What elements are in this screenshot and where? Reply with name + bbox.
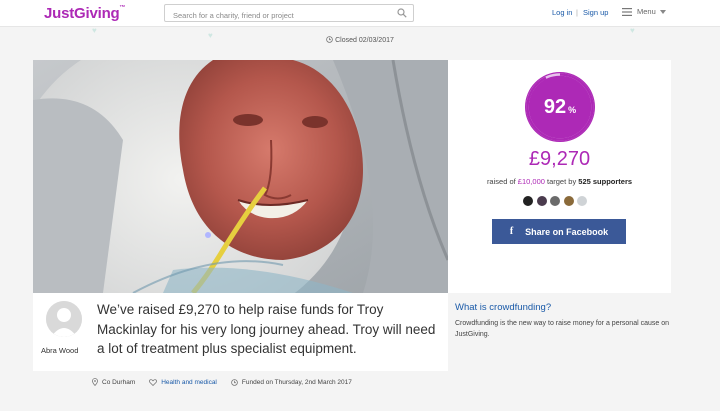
patient-photo-illustration [33, 60, 448, 293]
avatar[interactable] [535, 195, 548, 207]
story-section: Abra Wood We’ve raised £9,270 to help ra… [33, 293, 448, 371]
share-facebook-button[interactable]: f Share on Facebook [492, 219, 626, 244]
nav-separator: | [576, 8, 578, 17]
amount-raised: £9,270 [528, 148, 591, 170]
location: Co Durham [92, 378, 135, 386]
heart-outline-icon [149, 378, 158, 386]
supporters-count[interactable]: 525 supporters [578, 177, 632, 186]
search-input[interactable] [165, 7, 385, 24]
heart-icon: ♥ [92, 26, 97, 35]
signup-link[interactable]: Sign up [583, 8, 608, 17]
chevron-down-icon [659, 9, 666, 14]
funded-date: Funded on Thursday, 2nd March 2017 [231, 379, 352, 386]
user-icon [46, 301, 82, 337]
avatar[interactable] [562, 195, 575, 207]
hamburger-icon [622, 7, 632, 16]
avatar[interactable] [46, 301, 82, 337]
avatar[interactable] [549, 195, 561, 207]
facebook-icon: f [509, 226, 514, 237]
menu-button[interactable]: Menu [622, 7, 666, 16]
avatar[interactable] [576, 195, 588, 207]
location-pin-icon [92, 378, 98, 386]
top-navigation-bar: JustGiving™ Log in | Sign up Menu [0, 0, 720, 27]
organiser-name[interactable]: Abra Wood [41, 346, 78, 355]
supporter-avatars [522, 195, 590, 207]
closed-date: Closed 02/03/2017 [335, 37, 394, 44]
crowdfunding-title[interactable]: What is crowdfunding? [455, 302, 551, 313]
page-meta: Co Durham Health and medical Funded on T… [92, 378, 366, 386]
share-facebook-label: Share on Facebook [525, 226, 609, 237]
clock-icon [231, 378, 238, 386]
search-icon[interactable] [397, 8, 407, 18]
closed-status: Closed 02/03/2017 [0, 36, 720, 44]
clock-icon [326, 36, 333, 43]
search-box [164, 4, 414, 24]
crowdfunding-description: Crowdfunding is the new way to raise mon… [455, 320, 670, 338]
heart-icon: ♥ [630, 26, 635, 35]
story-headline: We’ve raised £9,270 to help raise funds … [97, 302, 436, 356]
percent-raised: 92% [543, 95, 577, 118]
target-amount: £10,000 [517, 177, 545, 186]
login-link[interactable]: Log in [552, 8, 572, 17]
raised-summary: raised of £10,000 target by 525 supporte… [486, 177, 633, 186]
avatar[interactable] [522, 195, 534, 207]
justgiving-logo[interactable]: JustGiving™ [44, 5, 126, 22]
category[interactable]: Health and medical [149, 379, 217, 386]
menu-label: Menu [637, 7, 656, 16]
fundraising-panel: 92% £9,270 raised of £10,000 target by 5… [448, 60, 671, 293]
campaign-photo [33, 60, 448, 293]
